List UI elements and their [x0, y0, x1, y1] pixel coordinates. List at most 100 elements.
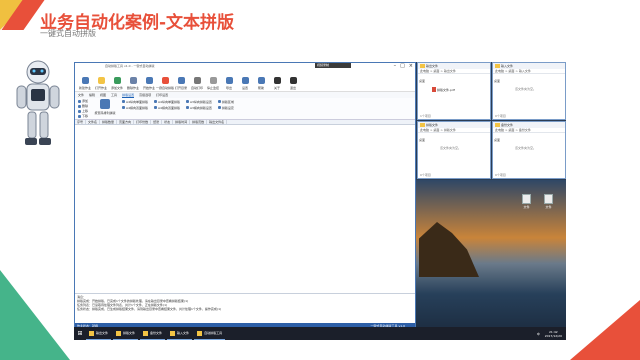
column-header[interactable]: 纸张 [151, 120, 163, 124]
clock-date: 2017/12/20 [544, 333, 562, 338]
desktop-icon[interactable]: 文件 [522, 194, 531, 209]
toolbar-icon [225, 77, 233, 84]
explorer-title: 输出文件 [426, 64, 439, 68]
folder-icon [143, 330, 149, 336]
system-tray: 中 21:42 2017/12/20 [537, 327, 562, 340]
explorer-window-backup[interactable]: 备份文件 此电脑 > 桌面 > 备份文件 桌面 该文件夹为空。 0个项目 [492, 121, 566, 179]
column-header[interactable]: 页面方向 [117, 120, 135, 124]
toolbar-button[interactable]: 打开目录 [174, 77, 188, 90]
ribbon-item[interactable]: 拼版区域 [217, 99, 234, 104]
toolbar-button[interactable]: 新建作业 [78, 77, 92, 90]
toolbar-button[interactable]: 删除作业 [126, 77, 140, 90]
clock[interactable]: 21:42 2017/12/20 [545, 330, 562, 338]
taskbar-item[interactable]: 输入文件 [167, 327, 193, 340]
column-header[interactable]: 拼版数量 [100, 120, 118, 124]
toolbar-button[interactable]: 帮助 [254, 77, 268, 90]
column-header[interactable]: 拼版页数 [190, 120, 208, 124]
ribbon-item[interactable]: 上移 [78, 109, 88, 113]
toolbar-button[interactable]: 一键自动拼版 [156, 77, 174, 90]
taskbar-item[interactable]: 拼版文件 [113, 327, 139, 340]
menu-item[interactable]: 打印设置 [156, 92, 168, 98]
toolbar-button[interactable]: 导出 [222, 77, 236, 90]
input-method-indicator[interactable]: 中 [537, 332, 540, 336]
windows-start-icon[interactable]: ⊞ [74, 327, 86, 340]
ribbon-item[interactable]: 拼版设定 [217, 105, 234, 110]
close-icon[interactable]: × [409, 63, 413, 70]
explorer-status: 0个项目 [420, 173, 431, 177]
explorer-address-bar[interactable]: 此电脑 > 桌面 > 拼版文件 [418, 128, 490, 133]
empty-folder-message: 该文件夹为空。 [515, 87, 537, 91]
folder-icon [420, 64, 425, 68]
menu-item[interactable]: 工具 [111, 92, 117, 98]
explorer-window-output[interactable]: 输出文件 此电脑 > 桌面 > 输出文件 桌面 拼版文件.pdf 1个项目 [417, 62, 491, 120]
sort-by-page-button[interactable]: 按页码排列拼版 [94, 99, 116, 118]
column-header[interactable]: 状态 [162, 120, 174, 124]
windows-taskbar: ⊞ 输出文件 拼版文件 备份文件 输入文件 自动拼版工具 中 21:42 2017/12… [74, 327, 566, 340]
toolbar-button-label: 开始作业 [142, 86, 155, 90]
taskbar-item[interactable]: 输出文件 [86, 327, 112, 340]
ribbon-item[interactable]: A3横向拼版设置 [185, 105, 212, 110]
toolbar-button-label: 设置 [241, 86, 248, 90]
explorer-window-imposition[interactable]: 拼版文件 此电脑 > 桌面 > 拼版文件 桌面 该文件夹为空。 0个项目 [417, 121, 491, 179]
edit-icon [78, 104, 81, 108]
sort-icon [100, 99, 111, 109]
toolbar-button[interactable]: 自动打印 [190, 77, 204, 90]
toolbar-button[interactable]: 停止监控 [206, 77, 220, 90]
ribbon-item[interactable]: A4横向双面拼版 [122, 105, 148, 110]
ribbon-item[interactable]: A4纵向单面拼版 [153, 99, 180, 104]
explorer-address-bar[interactable]: 此电脑 > 桌面 > 备份文件 [493, 128, 565, 133]
toolbar-icon [241, 77, 249, 84]
explorer-address-bar[interactable]: 此电脑 > 桌面 > 输入文件 [493, 69, 565, 74]
column-header[interactable]: 打印份数 [134, 120, 152, 124]
explorer-address-bar[interactable]: 此电脑 > 桌面 > 输出文件 [418, 69, 490, 74]
layout-icon [122, 100, 126, 103]
column-header[interactable]: 输出文件名 [207, 120, 228, 124]
corner-decoration-red-bottom [570, 300, 640, 360]
menu-item[interactable]: 高级选项 [139, 92, 151, 98]
explorer-status: 1个项目 [420, 114, 431, 118]
column-header[interactable]: 拼版时间 [173, 120, 191, 124]
message-log: 消息： 拼版完成：开始拼版，已完成1个文件的拼版处理，请在输出目录中查看拼版结果(… [75, 293, 415, 317]
ribbon-item-label: 删除 [82, 104, 89, 108]
explorer-titlebar: 备份文件 [493, 122, 565, 128]
explorer-title: 备份文件 [501, 123, 514, 127]
toolbar-button[interactable]: 打开作业 [94, 77, 108, 90]
minimize-icon[interactable]: – [394, 63, 397, 70]
ribbon-item[interactable]: A4横向双面拼版 [153, 105, 180, 110]
edit-icon [78, 99, 81, 103]
toolbar-button[interactable]: 关于 [270, 77, 284, 90]
folder-icon [197, 330, 203, 336]
toolbar-button[interactable]: 退出 [286, 77, 300, 90]
pdf-file-item[interactable]: 拼版文件.pdf [432, 87, 455, 92]
explorer-window-input[interactable]: 输入文件 此电脑 > 桌面 > 输入文件 桌面 该文件夹为空。 0个项目 [492, 62, 566, 120]
toolbar-button[interactable]: 添加文件 [110, 77, 124, 90]
taskbar-item[interactable]: 备份文件 [140, 327, 166, 340]
explorer-nav-item[interactable]: 桌面 [419, 79, 425, 83]
ribbon-item[interactable]: A3纵向拼版设置 [185, 99, 212, 104]
taskbar-item[interactable]: 自动拼版工具 [194, 327, 226, 340]
menu-item[interactable]: 编辑 [89, 92, 95, 98]
menu-item[interactable]: 文件 [78, 92, 84, 98]
column-header[interactable]: 文件名 [86, 120, 101, 124]
ribbon-group-3: A3纵向拼版设置 A3横向拼版设置 [185, 99, 212, 118]
maximize-icon[interactable]: □ [400, 63, 405, 70]
ribbon-item[interactable]: 下移 [78, 114, 88, 118]
column-header[interactable]: 序号 [75, 120, 87, 124]
explorer-nav-item[interactable]: 桌面 [419, 138, 425, 142]
desktop-icon[interactable]: 文件 [544, 194, 553, 209]
desktop-icon-label: 文件 [545, 205, 552, 209]
ribbon-item[interactable]: 添加 [78, 99, 88, 103]
toolbar-button[interactable]: 开始作业 [142, 77, 156, 90]
explorer-nav-item[interactable]: 桌面 [494, 138, 500, 142]
explorer-nav-item[interactable]: 桌面 [494, 79, 500, 83]
corner-decoration-green [0, 270, 70, 360]
job-table-body[interactable] [75, 125, 415, 293]
ribbon-item[interactable]: A4纵向单面拼版 [122, 99, 148, 104]
menu-item[interactable]: 拼版设置 [122, 92, 135, 98]
explorer-status: 0个项目 [495, 114, 506, 118]
ribbon-item[interactable]: 删除 [78, 104, 88, 108]
toolbar-button[interactable]: 设置 [238, 77, 252, 90]
explorer-title: 拼版文件 [426, 123, 439, 127]
menu-item[interactable]: 视图 [100, 92, 106, 98]
slide-subtitle: 一键式自动拼版 [40, 29, 96, 38]
